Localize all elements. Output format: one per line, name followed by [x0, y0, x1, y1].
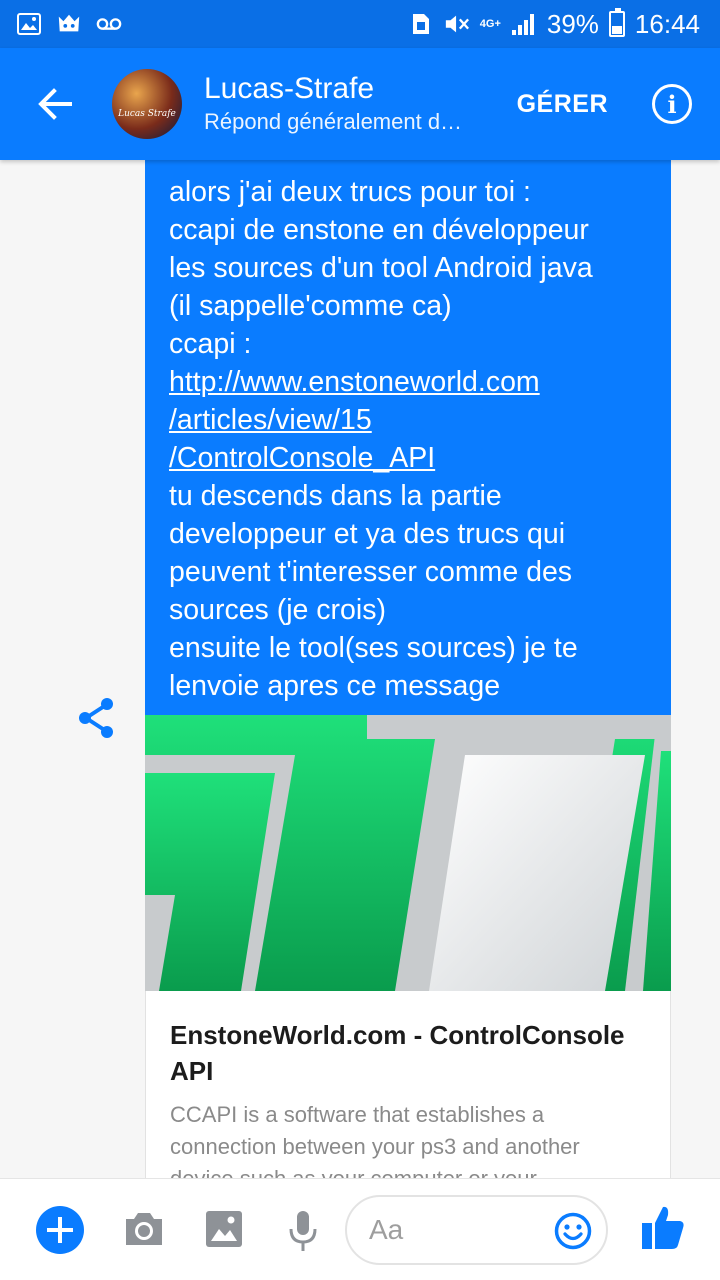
info-button[interactable]: i: [652, 84, 692, 124]
message-line: (il sappelle'comme ca): [169, 290, 452, 322]
contact-status: Répond généralement d…: [204, 109, 463, 134]
microphone-icon[interactable]: [288, 1209, 318, 1253]
share-icon[interactable]: [76, 696, 116, 740]
manage-button[interactable]: GÉRER: [517, 90, 608, 119]
message-line: ensuite le tool(ses sources) je te: [169, 632, 578, 664]
signal-icon: [511, 13, 537, 35]
clock: 16:44: [634, 8, 700, 39]
sim-card-icon: [408, 13, 434, 35]
message-line: developpeur et ya des trucs qui: [169, 518, 566, 550]
message-link[interactable]: http://www.enstoneworld.com: [169, 363, 651, 401]
message-line: lenvoie apres ce message: [169, 670, 501, 702]
message-line: tu descends dans la partie: [169, 480, 502, 512]
battery-icon: [608, 8, 625, 37]
message-link[interactable]: /articles/view/15: [169, 401, 651, 439]
message-input-placeholder: Aa: [369, 1214, 404, 1245]
composer-bar: Aa: [0, 1178, 720, 1280]
message-line: ccapi de enstone en développeur: [169, 214, 589, 246]
message-line: sources (je crois): [169, 594, 386, 626]
gallery-notification-icon: [16, 13, 42, 35]
voicemail-icon: [96, 13, 122, 35]
network-type-label: 4G+: [479, 17, 501, 30]
arrow-left-icon: [38, 88, 72, 120]
emoji-icon[interactable]: [554, 1212, 592, 1250]
contact-name: Lucas-Strafe: [204, 72, 375, 105]
message-link[interactable]: /ControlConsole_API: [169, 439, 651, 477]
thumbs-up-icon[interactable]: [641, 1203, 685, 1251]
message-line: les sources d'un tool Android java: [169, 252, 593, 284]
battery-percentage: 39%: [546, 8, 599, 39]
link-preview-card[interactable]: EnstoneWorld.com - ControlConsole API CC…: [145, 991, 671, 1191]
gallery-icon[interactable]: [204, 1209, 244, 1249]
message-line: ccapi :: [169, 328, 252, 360]
more-actions-button[interactable]: [36, 1206, 84, 1254]
contact-info[interactable]: Lucas-Strafe Répond généralement d…: [204, 71, 517, 137]
message-line: alors j'ai deux trucs pour toi :: [169, 176, 531, 208]
info-icon: i: [667, 89, 677, 119]
message-input[interactable]: Aa: [345, 1195, 608, 1265]
conversation-header: Lucas Strafe Lucas-Strafe Répond général…: [0, 48, 720, 160]
message-bubble[interactable]: alors j'ai deux trucs pour toi : ccapi d…: [145, 155, 671, 715]
message-line: peuvent t'interesser comme des: [169, 556, 573, 588]
avatar[interactable]: Lucas Strafe: [112, 69, 182, 139]
status-bar: 4G+ 39% 16:44: [0, 0, 720, 48]
back-button[interactable]: [0, 48, 112, 160]
camera-icon[interactable]: [122, 1209, 166, 1249]
link-preview-title: EnstoneWorld.com - ControlConsole API: [170, 1020, 625, 1086]
avatar-text: Lucas Strafe: [118, 109, 176, 119]
link-preview-image[interactable]: [145, 715, 671, 991]
mute-icon: [444, 13, 470, 35]
game-notification-icon: [56, 13, 82, 35]
